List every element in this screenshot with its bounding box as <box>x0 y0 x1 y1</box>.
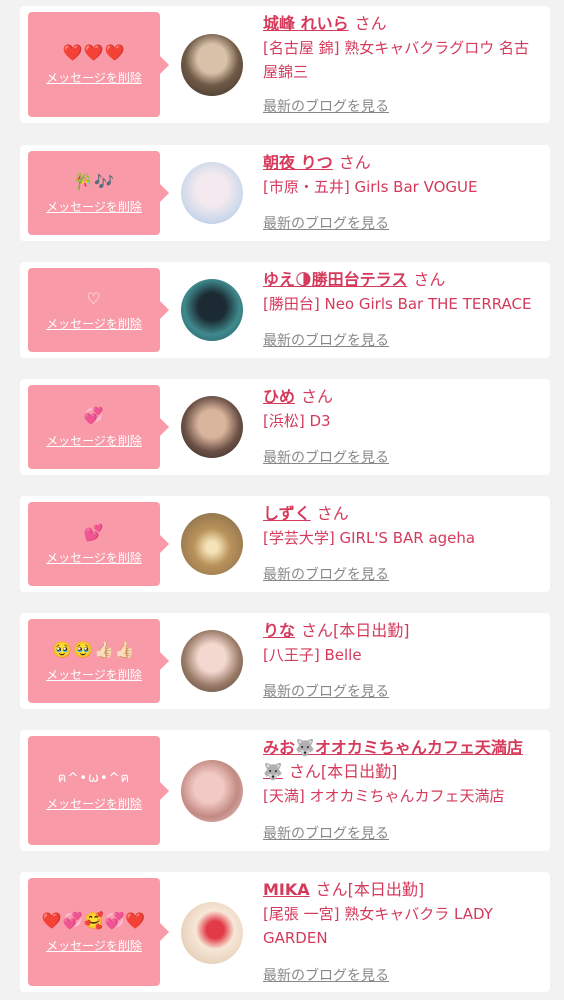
delete-message-link[interactable]: メッセージを削除 <box>46 666 142 683</box>
latest-blog-link[interactable]: 最新のブログを見る <box>263 447 389 467</box>
message-text: 💕 <box>83 522 105 542</box>
message-bubble: 💕 メッセージを削除 <box>28 502 169 586</box>
shop-text: [勝田台] Neo Girls Bar THE TERRACE <box>263 295 532 313</box>
name-suffix: さん[本日出勤] <box>315 880 425 899</box>
message-text: ❤️💞🥰💞❤️ <box>41 910 147 930</box>
avatar[interactable] <box>181 760 243 822</box>
avatar[interactable] <box>181 902 243 964</box>
cast-info: MIKA さん[本日出勤] [尾張 一宮] 熟女キャバクラ LADY GARDEN <box>263 878 540 950</box>
avatar[interactable] <box>181 513 243 575</box>
name-suffix: さん <box>301 387 334 406</box>
cast-info: ゆえ🌗勝田台テラス さん [勝田台] Neo Girls Bar THE TERR… <box>263 268 540 316</box>
cast-name-link[interactable]: 城峰 れいら <box>263 14 349 33</box>
latest-blog-link[interactable]: 最新のブログを見る <box>263 213 389 233</box>
delete-message-link[interactable]: メッセージを削除 <box>46 937 142 954</box>
message-text: ฅ^•ω•^ฅ <box>57 771 131 786</box>
name-suffix: さん[本日出勤] <box>288 762 398 781</box>
delete-message-link[interactable]: メッセージを削除 <box>46 432 142 449</box>
cast-name-link[interactable]: しずく <box>263 504 311 523</box>
avatar[interactable] <box>181 396 243 458</box>
list-item: ❤️💞🥰💞❤️ メッセージを削除 MIKA さん[本日出勤] [尾張 一宮] 熟女… <box>20 872 550 992</box>
name-suffix: さん <box>316 504 349 523</box>
latest-blog-link[interactable]: 最新のブログを見る <box>263 96 389 116</box>
cast-name-link[interactable]: ひめ <box>263 387 295 406</box>
shop-text: [尾張 一宮] 熟女キャバクラ LADY GARDEN <box>263 905 493 947</box>
cast-name-link[interactable]: りな <box>263 621 295 640</box>
name-suffix: さん[本日出勤] <box>301 621 410 640</box>
cast-info: しずく さん [学芸大学] GIRL'S BAR ageha <box>263 502 540 550</box>
list-item: 💞 メッセージを削除 ひめ さん [浜松] D3 最新のブログを見る <box>20 379 550 475</box>
message-bubble: 🥹🥹👍🏻👍🏻 メッセージを削除 <box>28 619 169 703</box>
cast-info: 朝夜 りつ さん [市原・五井] Girls Bar VOGUE <box>263 151 540 199</box>
cast-info: りな さん[本日出勤] [八王子] Belle <box>263 619 540 667</box>
shop-text: [八王子] Belle <box>263 646 362 664</box>
list-item: ♡ メッセージを削除 ゆえ🌗勝田台テラス さん [勝田台] Neo Girls B… <box>20 262 550 358</box>
latest-blog-link[interactable]: 最新のブログを見る <box>263 330 389 350</box>
latest-blog-link[interactable]: 最新のブログを見る <box>263 564 389 584</box>
cast-name-link[interactable]: MIKA <box>263 880 310 899</box>
delete-message-link[interactable]: メッセージを削除 <box>46 549 142 566</box>
list-item: 🎋🎶 メッセージを削除 朝夜 りつ さん [市原・五井] Girls Bar VO… <box>20 145 550 241</box>
avatar[interactable] <box>181 630 243 692</box>
shop-text: [浜松] D3 <box>263 412 331 430</box>
message-bubble: ♡ メッセージを削除 <box>28 268 169 352</box>
shop-text: [学芸大学] GIRL'S BAR ageha <box>263 529 476 547</box>
message-bubble: 💞 メッセージを削除 <box>28 385 169 469</box>
list-item: ❤️❤️❤️ メッセージを削除 城峰 れいら さん [名古屋 錦] 熟女キャバクラ… <box>20 6 550 123</box>
list-item: 💕 メッセージを削除 しずく さん [学芸大学] GIRL'S BAR ageha… <box>20 496 550 592</box>
latest-blog-link[interactable]: 最新のブログを見る <box>263 681 389 701</box>
message-text: ♡ <box>86 288 102 308</box>
cast-name-link[interactable]: 朝夜 りつ <box>263 153 333 172</box>
message-text: 🥹🥹👍🏻👍🏻 <box>52 639 136 659</box>
cast-info: ひめ さん [浜松] D3 <box>263 385 540 433</box>
delete-message-link[interactable]: メッセージを削除 <box>46 315 142 332</box>
avatar[interactable] <box>181 162 243 224</box>
cast-info: みお🐺オオカミちゃんカフェ天満店🐺 さん[本日出勤] [天満] オオカミちゃんカフ… <box>263 736 540 808</box>
name-suffix: さん <box>338 153 371 172</box>
message-bubble: 🎋🎶 メッセージを削除 <box>28 151 169 235</box>
list-item: ฅ^•ω•^ฅ メッセージを削除 みお🐺オオカミちゃんカフェ天満店🐺 さん[本日出… <box>20 730 550 851</box>
message-bubble: ❤️💞🥰💞❤️ メッセージを削除 <box>28 878 169 986</box>
shop-text: [名古屋 錦] 熟女キャバクラグロウ 名古屋錦三 <box>263 39 530 81</box>
delete-message-link[interactable]: メッセージを削除 <box>46 198 142 215</box>
name-suffix: さん <box>413 270 446 289</box>
delete-message-link[interactable]: メッセージを削除 <box>46 795 142 812</box>
latest-blog-link[interactable]: 最新のブログを見る <box>263 823 389 843</box>
delete-message-link[interactable]: メッセージを削除 <box>46 69 142 86</box>
cast-name-link[interactable]: ゆえ🌗勝田台テラス <box>263 270 407 289</box>
favorites-list: ❤️❤️❤️ メッセージを削除 城峰 れいら さん [名古屋 錦] 熟女キャバクラ… <box>0 0 564 1000</box>
message-text: 🎋🎶 <box>73 171 115 191</box>
message-text: 💞 <box>83 405 105 425</box>
avatar[interactable] <box>181 279 243 341</box>
cast-info: 城峰 れいら さん [名古屋 錦] 熟女キャバクラグロウ 名古屋錦三 <box>263 12 540 84</box>
message-text: ❤️❤️❤️ <box>62 43 126 62</box>
latest-blog-link[interactable]: 最新のブログを見る <box>263 965 389 985</box>
message-bubble: ❤️❤️❤️ メッセージを削除 <box>28 12 169 117</box>
shop-text: [天満] オオカミちゃんカフェ天満店 <box>263 787 505 805</box>
avatar[interactable] <box>181 34 243 96</box>
name-suffix: さん <box>354 14 387 33</box>
list-item: 🥹🥹👍🏻👍🏻 メッセージを削除 りな さん[本日出勤] [八王子] Belle 最… <box>20 613 550 709</box>
shop-text: [市原・五井] Girls Bar VOGUE <box>263 178 478 196</box>
message-bubble: ฅ^•ω•^ฅ メッセージを削除 <box>28 736 169 845</box>
